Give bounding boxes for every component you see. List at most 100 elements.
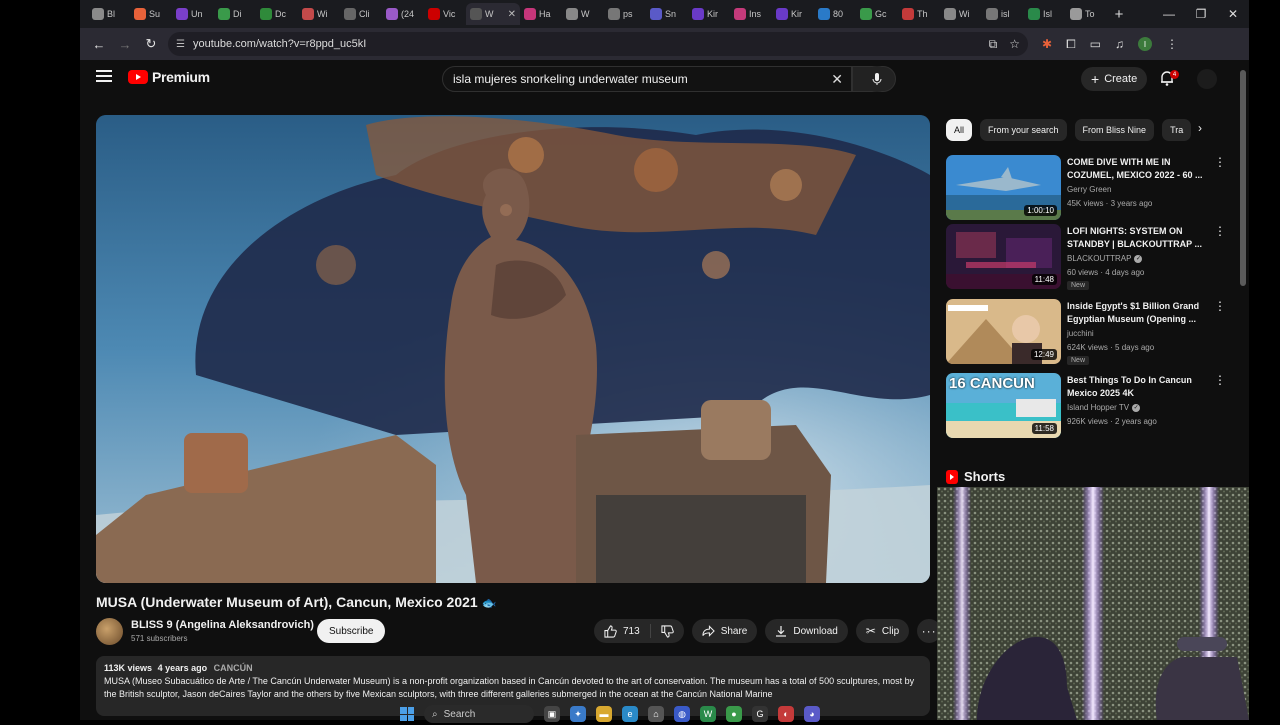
media-control-icon[interactable]: ♫ [1115,37,1124,51]
browser-tab[interactable]: Wi [298,3,340,25]
close-window-button[interactable]: ✕ [1217,0,1249,28]
browser-menu-icon[interactable]: ⋮ [1166,37,1178,51]
browser-tab[interactable]: W ✕ [466,3,520,25]
browser-tab[interactable]: ps [604,3,646,25]
extension-icon[interactable]: ✱ [1042,37,1052,51]
video-thumbnail[interactable]: 16 CANCUN 11:58 [946,373,1061,438]
guide-menu-icon[interactable] [96,70,112,82]
bookmark-star-icon[interactable]: ☆ [1009,37,1020,52]
like-button[interactable]: 713 [594,619,650,643]
filter-chip[interactable]: From your search [980,119,1067,141]
recommendation-item[interactable]: 11:48 LOFI NIGHTS: SYSTEM ON STANDBY | BL… [946,224,1226,290]
filter-chip[interactable]: From Bliss Nine [1074,119,1155,141]
tab-favicon-icon [218,8,230,20]
address-bar[interactable]: ☰ youtube.com/watch?v=r8ppd_uc5kI ⧉ ☆ [168,32,1028,56]
browser-tab[interactable]: Ins [730,3,772,25]
filter-chips: All From your search From Bliss Nine Tra [946,119,1196,141]
recommendation-title[interactable]: Best Things To Do In Cancun Mexico 2025 … [1067,374,1207,400]
dislike-button[interactable] [651,619,684,643]
kebab-menu-icon[interactable]: ⋮ [1214,300,1226,312]
recommendation-item[interactable]: 16 CANCUN 11:58 Best Things To Do In Cancu… [946,373,1226,438]
duration-badge: 12:49 [1030,349,1057,360]
browser-tab[interactable]: Isl [1024,3,1066,25]
channel-avatar[interactable] [96,618,123,645]
extensions-puzzle-icon[interactable]: ⧠ [1066,37,1076,52]
install-app-icon[interactable]: ⧉ [989,37,998,52]
voice-search-button[interactable] [864,66,890,92]
account-avatar[interactable] [1197,69,1217,89]
browser-tab[interactable]: To [1066,3,1108,25]
recommendation-title[interactable]: COME DIVE WITH ME IN COZUMEL, MEXICO 202… [1067,156,1207,182]
description-text: MUSA (Museo Subacuático de Arte / The Ca… [104,676,915,699]
thumbs-up-icon [604,624,617,638]
recommendation-channel[interactable]: Island Hopper TV ✓ [1067,403,1141,412]
reload-button[interactable]: ↻ [138,31,164,57]
recommendation-title[interactable]: LOFI NIGHTS: SYSTEM ON STANDBY | BLACKOU… [1067,225,1207,251]
share-button[interactable]: Share [691,619,758,643]
back-button[interactable]: ← [86,31,112,57]
search-icon: ⌕ [432,708,438,720]
create-label: Create [1104,73,1138,85]
subscribe-button[interactable]: Subscribe [317,619,386,643]
kebab-menu-icon[interactable]: ⋮ [1214,156,1226,168]
youtube-premium-logo[interactable]: Premium [128,69,210,85]
browser-tab[interactable]: Vic [424,3,466,25]
recommendation-item[interactable]: 1:00:10 COME DIVE WITH ME IN COZUMEL, MEX… [946,155,1226,220]
browser-tab[interactable]: Wi [940,3,982,25]
clear-search-icon[interactable]: ✕ [831,71,843,88]
search-input[interactable]: isla mujeres snorkeling underwater museu… [442,66,852,92]
restore-button[interactable]: ❐ [1185,0,1217,28]
video-player[interactable] [96,115,930,583]
video-thumbnail[interactable]: 12:49 [946,299,1061,364]
url-text: youtube.com/watch?v=r8ppd_uc5kI [192,38,367,50]
taskbar-search[interactable]: ⌕ Search [424,705,534,723]
minimize-button[interactable]: — [1153,0,1185,28]
clip-button[interactable]: ✂ Clip [855,619,910,643]
create-button[interactable]: + Create [1081,67,1148,91]
browser-tab[interactable]: Cli [340,3,382,25]
video-thumbnail[interactable]: 11:48 [946,224,1061,289]
site-info-icon[interactable]: ☰ [176,39,185,50]
browser-tab[interactable]: Ha [520,3,562,25]
video-thumbnail[interactable]: 1:00:10 [946,155,1061,220]
recommendation-channel[interactable]: jucchini [1067,329,1094,338]
browser-tab[interactable]: isl [982,3,1024,25]
channel-name[interactable]: BLISS 9 (Angelina Aleksandrovich) [131,619,314,631]
recommendation-meta: 926K views · 2 years ago [1067,417,1157,426]
recommendation-meta: 624K views · 5 days ago [1067,343,1155,352]
recommendation-title[interactable]: Inside Egypt's $1 Billion Grand Egyptian… [1067,300,1207,326]
browser-tab[interactable]: Su [130,3,172,25]
new-tab-button[interactable]: + [1108,3,1130,25]
browser-tab[interactable]: (24 [382,3,424,25]
kebab-menu-icon[interactable]: ⋮ [1214,374,1226,386]
browser-tab[interactable]: Sn [646,3,688,25]
forward-button[interactable]: → [112,31,138,57]
chevron-right-icon[interactable]: › [1198,121,1202,135]
tab-favicon-icon [692,8,704,20]
browser-tab[interactable]: Dc [256,3,298,25]
recommendation-channel[interactable]: BLACKOUTTRAP ✓ [1067,254,1143,263]
browser-tab[interactable]: Kir [772,3,814,25]
kebab-menu-icon[interactable]: ⋮ [1214,225,1226,237]
browser-tab[interactable]: Un [172,3,214,25]
close-tab-icon[interactable]: ✕ [508,9,516,20]
location-tag[interactable]: CANCÚN [214,663,253,673]
browser-tab[interactable]: Bl [88,3,130,25]
download-button[interactable]: Download [765,619,848,643]
windows-start-icon[interactable] [400,707,414,721]
browser-tab[interactable]: Di [214,3,256,25]
filter-chip[interactable]: All [946,119,973,141]
browser-tab[interactable]: Th [898,3,940,25]
recommendation-item[interactable]: 12:49 Inside Egypt's $1 Billion Grand Egy… [946,299,1226,365]
tab-label: isl [1001,9,1010,19]
recommendation-channel[interactable]: Gerry Green [1067,185,1111,194]
browser-tab[interactable]: Gc [856,3,898,25]
tab-favicon-icon [344,8,356,20]
browser-tab[interactable]: W [562,3,604,25]
filter-chip[interactable]: Tra [1162,119,1192,141]
split-view-icon[interactable]: ▭ [1090,37,1101,51]
profile-avatar[interactable]: I [1138,37,1153,51]
page-scrollbar[interactable] [1240,70,1246,286]
browser-tab[interactable]: Kir [688,3,730,25]
browser-tab[interactable]: 80 [814,3,856,25]
